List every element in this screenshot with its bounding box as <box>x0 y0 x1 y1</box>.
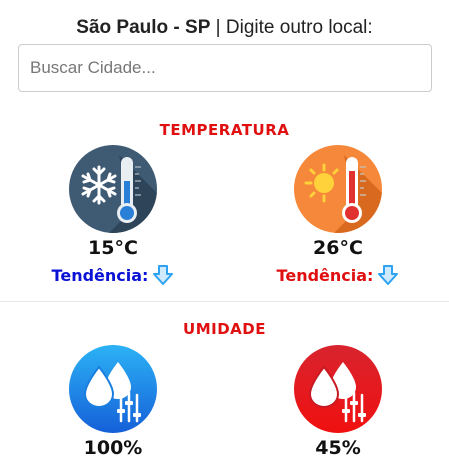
current-location: São Paulo - SP <box>76 17 211 38</box>
cold-thermometer-icon <box>69 145 157 233</box>
temperature-min-trend: Tendência: <box>13 264 213 286</box>
temperature-max-trend: Tendência: <box>238 264 438 286</box>
humidity-high-icon <box>69 345 157 433</box>
temperature-title: TEMPERATURA <box>159 121 290 139</box>
search-city-input[interactable] <box>18 44 432 92</box>
humidity-min-value: 45% <box>315 437 361 459</box>
temperature-min-value: 15°C <box>88 237 138 259</box>
section-divider <box>0 301 449 302</box>
trend-label: Tendência: <box>276 265 374 285</box>
hot-thermometer-icon <box>294 145 382 233</box>
header-separator: | <box>210 17 226 38</box>
humidity-low-icon <box>294 345 382 433</box>
header-prompt: Digite outro local: <box>225 17 373 38</box>
arrow-down-icon <box>153 265 174 285</box>
humidity-title: UMIDADE <box>183 320 266 338</box>
humidity-max-value: 100% <box>83 437 143 459</box>
location-header: São Paulo - SP | Digite outro local: <box>0 17 449 39</box>
temperature-max-value: 26°C <box>313 237 363 259</box>
trend-label: Tendência: <box>51 265 149 285</box>
arrow-down-icon <box>378 265 399 285</box>
